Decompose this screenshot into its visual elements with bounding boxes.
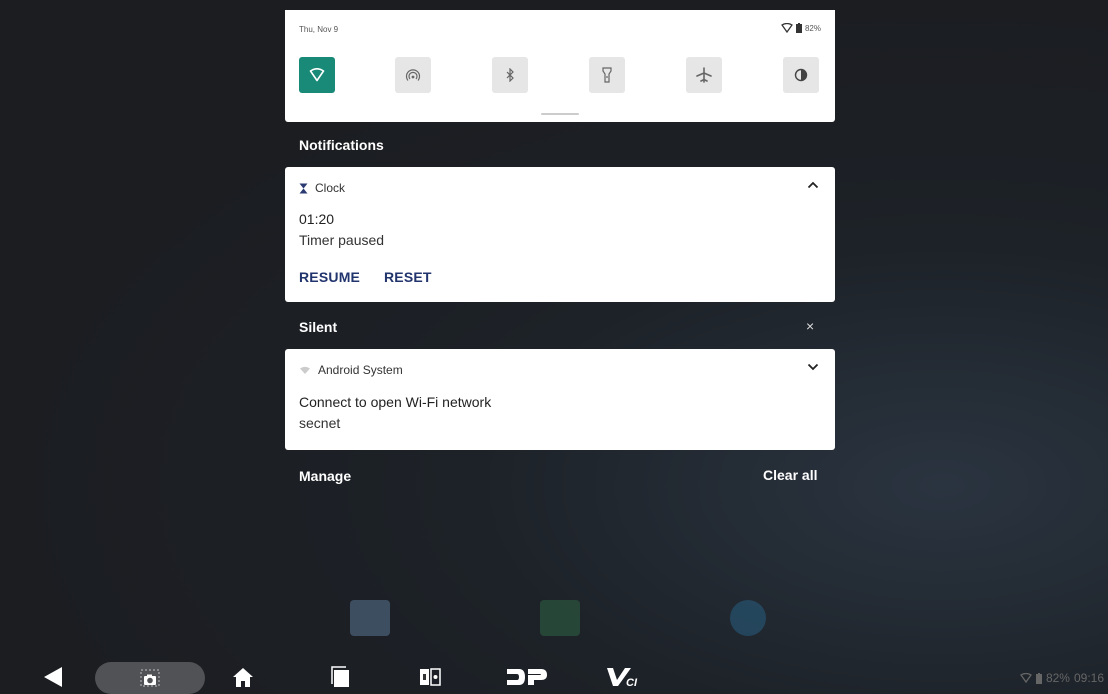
dp-logo-icon [507, 669, 547, 685]
recents-button[interactable] [326, 662, 356, 692]
bluetooth-icon [506, 68, 514, 82]
edge-browser-icon [730, 600, 766, 636]
hotspot-icon [405, 69, 421, 81]
clock-app-name: Clock [315, 181, 346, 195]
status-battery: 82% [1045, 671, 1070, 685]
android-app-row: Android System [299, 363, 403, 377]
clock-app-row: Clock [299, 181, 345, 195]
qs-status: 82% [781, 23, 821, 33]
tile-dark-theme[interactable] [783, 57, 819, 93]
vci-logo-icon: CI [607, 668, 638, 688]
battery-icon [1035, 672, 1042, 684]
chevron-down-icon[interactable] [807, 363, 819, 371]
wifi-icon [1019, 673, 1032, 683]
timer-time: 01:20 [299, 211, 335, 227]
vci-app-button[interactable]: CI [604, 662, 644, 692]
tile-flashlight[interactable] [589, 57, 625, 93]
status-time: 09:16 [1073, 671, 1104, 685]
back-icon [44, 667, 62, 687]
tile-wifi[interactable] [299, 57, 335, 93]
tile-bluetooth[interactable] [492, 57, 528, 93]
wifi-signal-icon [300, 366, 310, 374]
qs-drag-handle[interactable] [541, 113, 579, 115]
manage-button[interactable]: Manage [299, 468, 351, 484]
chevron-up-icon[interactable] [807, 181, 819, 189]
wifi-icon [781, 23, 793, 33]
battery-icon [795, 23, 802, 33]
back-button[interactable] [38, 662, 68, 692]
wifi-notification-title: Connect to open Wi-Fi network [299, 394, 492, 410]
svg-text:CI: CI [626, 677, 638, 688]
timer-status: Timer paused [299, 232, 385, 248]
wifi-network-name: secnet [299, 415, 341, 431]
flashlight-icon [602, 67, 612, 83]
diagnostic-icon [420, 668, 441, 686]
gallery-icon [350, 600, 390, 636]
wifi-icon [309, 68, 325, 82]
tile-hotspot[interactable] [395, 57, 431, 93]
android-system-notification[interactable]: Android System Connect to open Wi-Fi net… [285, 349, 835, 450]
airplane-icon [696, 67, 712, 83]
qs-battery: 82% [804, 23, 821, 33]
recents-icon [331, 666, 349, 687]
android-app-name: Android System [318, 363, 403, 377]
quick-settings-panel: Thu, Nov 9 82% [285, 10, 835, 122]
contrast-icon [794, 68, 808, 82]
settings-icon [540, 600, 580, 636]
home-button[interactable] [228, 662, 258, 692]
clock-notification[interactable]: Clock 01:20 Timer paused RESUME RESET [285, 167, 835, 302]
qs-date: Thu, Nov 9 [299, 25, 339, 34]
system-status-area: 82% 09:16 [1019, 671, 1104, 685]
resume-button[interactable]: RESUME [299, 269, 360, 285]
camera-icon [140, 669, 160, 687]
silent-heading: Silent [299, 319, 338, 335]
reset-button[interactable]: RESET [384, 269, 432, 285]
clear-all-button[interactable]: Clear all [763, 467, 817, 483]
notifications-heading: Notifications [299, 137, 384, 153]
home-icon [233, 668, 253, 687]
screenshot-button[interactable] [95, 662, 205, 694]
hourglass-icon [299, 183, 308, 193]
diagnostic-app-button[interactable] [415, 662, 445, 692]
silent-close-button[interactable]: × [806, 318, 814, 334]
tile-airplane[interactable] [686, 57, 722, 93]
dp-app-button[interactable] [502, 662, 552, 692]
